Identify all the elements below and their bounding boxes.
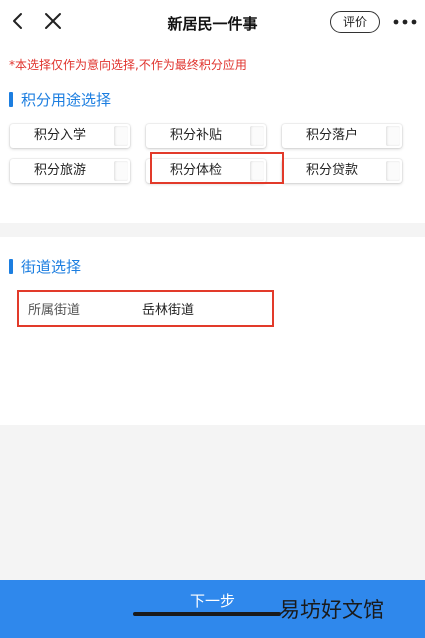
- option-points-residency[interactable]: 积分落户: [282, 124, 402, 148]
- street-field-value[interactable]: 岳林街道: [142, 299, 194, 318]
- section-marker: [9, 91, 13, 107]
- option-label: 积分旅游: [33, 163, 86, 178]
- option-label: 积分补贴: [169, 128, 222, 143]
- nav-bar: 新居民一件事 评价: [0, 0, 425, 44]
- street-field-label: 所属街道: [28, 303, 81, 318]
- option-tab: [114, 161, 128, 181]
- option-tab: [386, 126, 400, 146]
- option-tab: [250, 126, 264, 146]
- option-tab: [386, 161, 400, 181]
- purpose-section-header: 积分用途选择: [9, 89, 111, 109]
- more-options-icon[interactable]: [392, 12, 418, 32]
- street-section-title: 街道选择: [21, 257, 82, 276]
- purpose-section-title: 积分用途选择: [21, 90, 112, 109]
- option-points-subsidy[interactable]: 积分补贴: [146, 124, 266, 148]
- street-section-header: 街道选择: [9, 256, 81, 276]
- option-label: 积分落户: [305, 128, 358, 143]
- footer-bar: 下一步 易坊好文馆: [0, 580, 425, 638]
- option-label: 积分入学: [33, 128, 86, 143]
- rate-button[interactable]: 评价: [330, 11, 380, 33]
- selection-notice: *本选择仅作为意向选择,不作为最终积分应用: [9, 58, 247, 72]
- option-points-travel[interactable]: 积分旅游: [10, 159, 130, 183]
- section-divider: [0, 223, 425, 237]
- home-indicator: [133, 612, 281, 616]
- watermark-text: 易坊好文馆: [279, 598, 384, 622]
- option-points-school[interactable]: 积分入学: [10, 124, 130, 148]
- street-field[interactable]: 所属街道 岳林街道: [22, 297, 272, 319]
- option-label: 积分贷款: [305, 163, 358, 178]
- option-label: 积分体检: [169, 163, 222, 178]
- option-points-loan[interactable]: 积分贷款: [282, 159, 402, 183]
- section-marker: [9, 258, 13, 274]
- option-points-checkup[interactable]: 积分体检: [146, 159, 266, 183]
- option-tab: [250, 161, 264, 181]
- page-background-lower: [0, 425, 425, 580]
- option-tab: [114, 126, 128, 146]
